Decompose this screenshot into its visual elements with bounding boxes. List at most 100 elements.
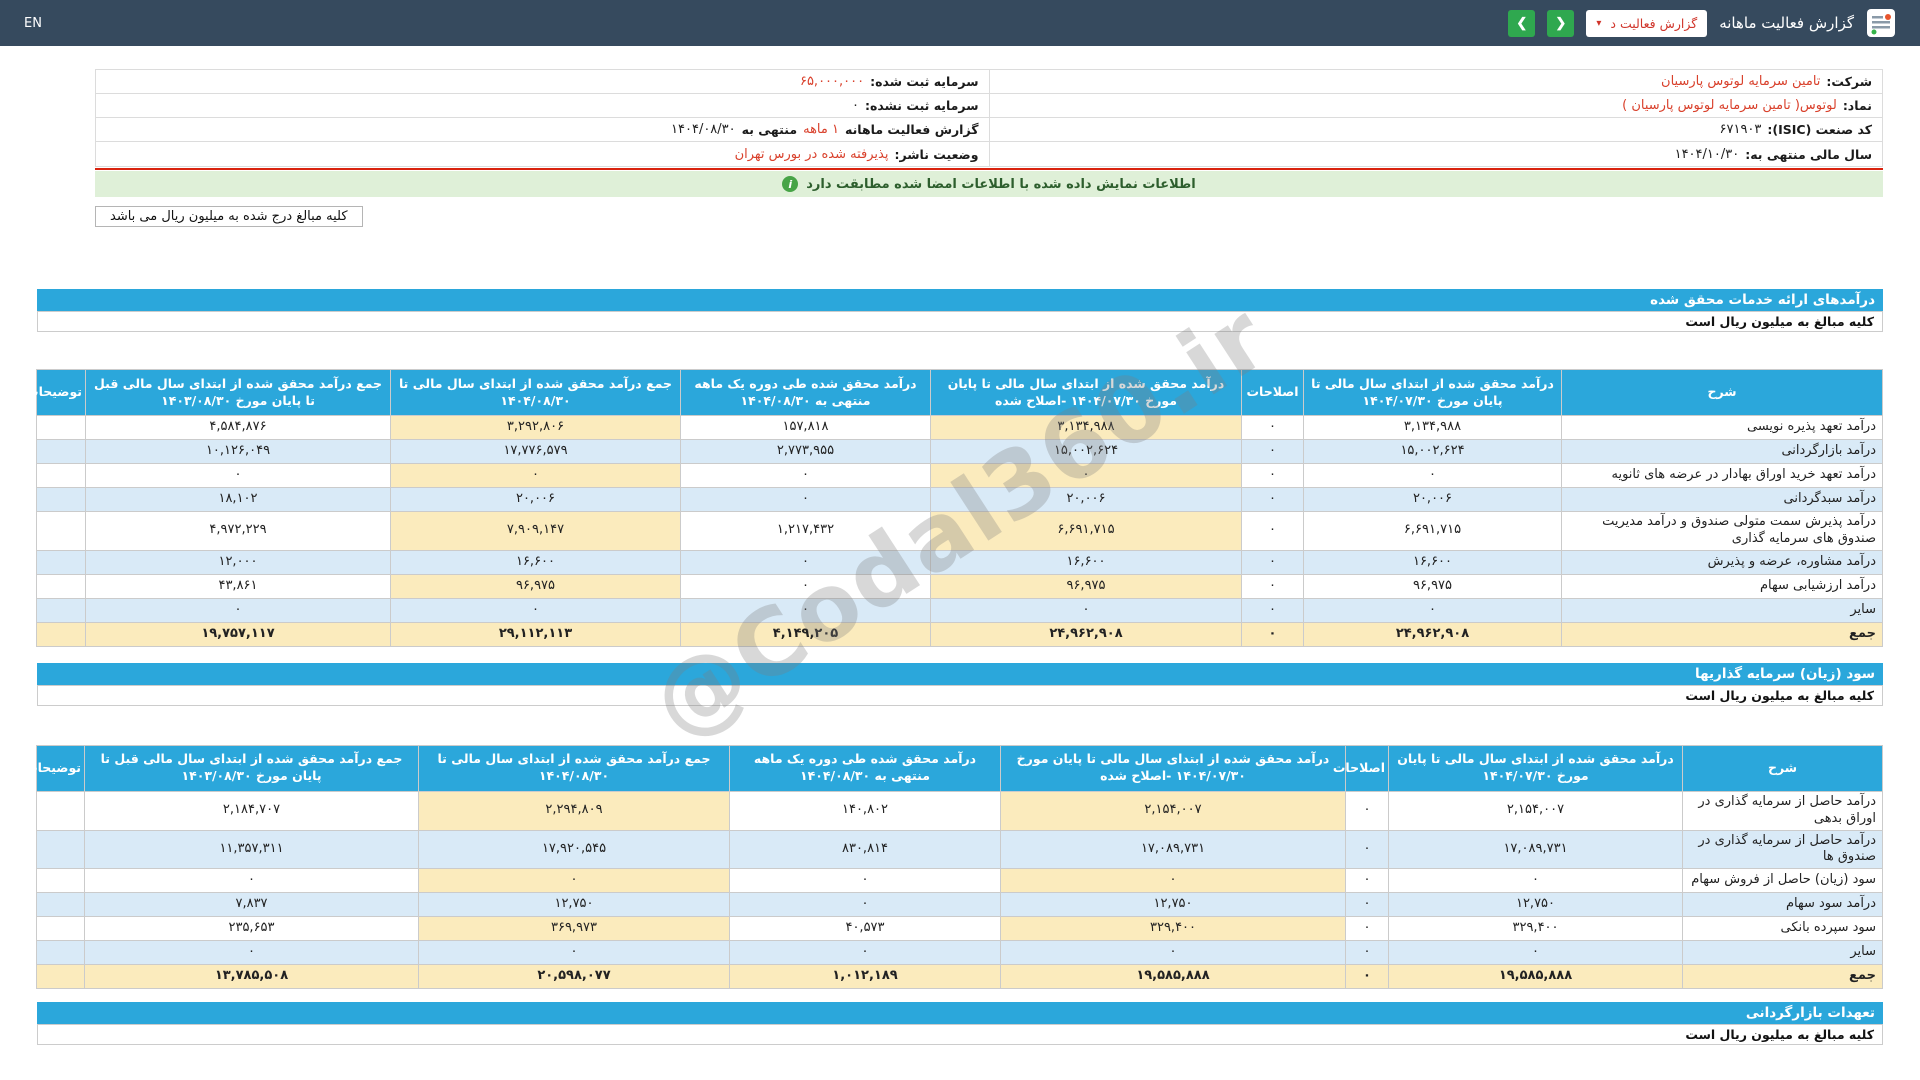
value-cell (36, 415, 86, 440)
value-cell: ۱۴۰,۸۰۲ (729, 790, 1001, 831)
section-unit-note: کلیه مبالغ به میلیون ریال است (37, 684, 1883, 706)
table-row: سود (زیان) حاصل از فروش سهام ۰ ۰ ۰ ۰ ۰ ۰ (36, 868, 1883, 894)
table-row: درآمد حاصل از سرمایه گذاری در اوراق بدهی… (36, 790, 1883, 831)
report-period-value: ۱ ماهه (803, 122, 839, 137)
value-cell: ۰ (85, 463, 391, 488)
language-toggle-link[interactable]: EN (24, 16, 42, 31)
value-cell: ۳۲۹,۴۰۰ (1388, 916, 1683, 942)
value-cell (36, 964, 85, 990)
value-cell: ۱۷,۰۸۹,۷۳۱ (1000, 829, 1346, 870)
column-header: درآمد محقق شده طی دوره یک ماهه منتهی به … (680, 369, 931, 416)
value-cell: ۱۵,۰۰۲,۶۲۴ (930, 439, 1242, 464)
total-row: جمع ۱۹,۵۸۵,۸۸۸ ۰ ۱۹,۵۸۵,۸۸۸ ۱,۰۱۲,۱۸۹ ۲۰,۵۹۸,… (36, 964, 1883, 990)
row-label: سایر (1561, 597, 1883, 623)
chevron-right-icon: ❮ (1555, 15, 1567, 30)
value-cell: ۶,۶۹۱,۷۱۵ (930, 511, 1242, 551)
column-header: جمع درآمد محقق شده از ابتدای سال مالی قب… (84, 744, 419, 792)
report-type-dropdown-label: گزارش فعالیت د (1610, 15, 1698, 31)
report-ending-date: ۱۴۰۴/۰۸/۳۰ (671, 122, 736, 137)
value-cell: ۲,۱۸۴,۷۰۷ (84, 790, 419, 831)
column-header: درآمد محقق شده از ابتدای سال مالی تا پای… (930, 369, 1242, 416)
section-unit-note: کلیه مبالغ به میلیون ریال است (37, 311, 1883, 332)
section-market-making: تعهدات بازارگردانی کلیه مبالغ به میلیون … (37, 1002, 1883, 1046)
isic-value: ۶۷۱۹۰۳ (1719, 122, 1762, 137)
value-cell: ۰ (1345, 790, 1389, 831)
value-cell: ۱,۰۱۲,۱۸۹ (729, 964, 1001, 990)
value-cell: ۰ (1345, 964, 1389, 990)
value-cell: ۶,۶۹۱,۷۱۵ (1303, 511, 1562, 551)
table-row: درآمد سود سهام ۱۲,۷۵۰ ۰ ۱۲,۷۵۰ ۰ ۱۲,۷۵۰ ۷,۸۳۷ (36, 892, 1883, 918)
row-label: جمع (1561, 621, 1883, 647)
row-label: درآمد حاصل از سرمایه گذاری در اوراق بدهی (1682, 790, 1883, 831)
value-cell: ۱۷,۰۸۹,۷۳۱ (1388, 829, 1683, 870)
value-cell: ۲۰,۰۰۶ (930, 487, 1242, 512)
value-cell: ۱۱,۳۵۷,۳۱۱ (84, 829, 419, 870)
value-cell: ۱۲,۷۵۰ (418, 892, 730, 918)
value-cell (36, 868, 85, 894)
value-cell: ۴,۵۸۴,۸۷۶ (85, 415, 391, 440)
value-cell: ۴,۹۷۲,۲۲۹ (85, 511, 391, 551)
prev-report-button[interactable]: ❮ (1547, 9, 1575, 37)
value-cell (36, 511, 86, 551)
value-cell: ۰ (390, 463, 681, 488)
value-cell: ۰ (390, 597, 681, 623)
info-row: شرکت: تامین سرمایه لوتوس پارسیان سرمایه … (96, 70, 1882, 94)
info-icon: i (782, 176, 799, 192)
value-cell: ۳۲۹,۴۰۰ (1000, 916, 1346, 942)
column-header: جمع درآمد محقق شده از ابتدای سال مالی تا… (418, 744, 730, 792)
value-cell (36, 940, 85, 966)
value-cell: ۰ (1241, 573, 1304, 599)
company-info-section: شرکت: تامین سرمایه لوتوس پارسیان سرمایه … (95, 69, 1883, 227)
page-unit-note: کلیه مبالغ درج شده به میلیون ریال می باش… (95, 206, 363, 227)
value-cell (36, 463, 86, 488)
unregistered-capital-value: ۰ (851, 98, 859, 113)
value-cell: ۱۲,۷۵۰ (1388, 892, 1683, 918)
table-header-row: شرح درآمد محقق شده از ابتدای سال مالی تا … (25, 744, 1883, 792)
column-header: شرح (1682, 744, 1883, 792)
value-cell: ۰ (1303, 597, 1562, 623)
value-cell: ۳,۱۳۴,۹۸۸ (1303, 415, 1562, 440)
section-unit-note: کلیه مبالغ به میلیون ریال است (37, 1024, 1883, 1046)
value-cell: ۳۶۹,۹۷۳ (418, 916, 730, 942)
value-cell: ۱۶,۶۰۰ (390, 549, 681, 575)
company-label: شرکت: (1826, 74, 1872, 89)
row-label: درآمد تعهد خرید اوراق بهادار در عرضه های… (1561, 463, 1883, 488)
value-cell: ۱۲,۷۵۰ (1000, 892, 1346, 918)
company-value: تامین سرمایه لوتوس پارسیان (1661, 74, 1821, 89)
value-cell: ۰ (680, 487, 931, 512)
report-type-dropdown[interactable]: گزارش فعالیت د ▾ (1586, 9, 1708, 37)
section-title-bar: سود (زیان) سرمایه گذاریها (37, 662, 1883, 685)
value-cell: ۲,۱۵۴,۰۰۷ (1000, 790, 1346, 831)
value-cell: ۱۷,۹۲۰,۵۴۵ (418, 829, 730, 870)
chevron-left-icon: ❯ (1516, 15, 1528, 30)
registered-capital-value: ۶۵,۰۰۰,۰۰۰ (799, 74, 865, 89)
services-income-table: شرح درآمد محقق شده از ابتدای سال مالی تا … (26, 369, 1883, 647)
value-cell: ۲۰,۵۹۸,۰۷۷ (418, 964, 730, 990)
value-cell: ۰ (1241, 463, 1304, 488)
table-row: درآمد بازارگردانی ۱۵,۰۰۲,۶۲۴ ۰ ۱۵,۰۰۲,۶۲۴ ۲,… (36, 439, 1883, 464)
value-cell: ۰ (1241, 439, 1304, 464)
value-cell: ۷,۸۳۷ (84, 892, 419, 918)
value-cell: ۲۹,۱۱۲,۱۱۳ (390, 621, 681, 647)
section-investment-profit: سود (زیان) سرمایه گذاریها کلیه مبالغ به … (37, 662, 1883, 706)
value-cell: ۰ (84, 868, 419, 894)
value-cell: ۰ (1241, 621, 1304, 647)
column-header: جمع درآمد محقق شده از ابتدای سال مالی قب… (85, 369, 391, 416)
value-cell: ۳,۱۳۴,۹۸۸ (930, 415, 1242, 440)
value-cell: ۲۰,۰۰۶ (390, 487, 681, 512)
row-label: سایر (1682, 940, 1883, 966)
unregistered-capital-label: سرمایه ثبت نشده: (864, 98, 979, 113)
next-report-button[interactable]: ❯ (1508, 9, 1536, 37)
value-cell: ۰ (729, 892, 1001, 918)
value-cell: ۴,۱۴۹,۲۰۵ (680, 621, 931, 647)
value-cell: ۱۷,۷۷۶,۵۷۹ (390, 439, 681, 464)
signature-match-text: اطلاعات نمایش داده شده با اطلاعات امضا ش… (806, 176, 1196, 192)
value-cell (36, 829, 85, 870)
value-cell: ۰ (930, 463, 1242, 488)
value-cell: ۰ (680, 597, 931, 623)
section-services-income: درآمدهای ارائه خدمات محقق شده کلیه مبالغ… (37, 289, 1883, 332)
issuer-status-value: پذیرفته شده در بورس تهران (734, 146, 889, 162)
value-cell: ۰ (85, 597, 391, 623)
navbar-right-group: گزارش فعالیت ماهانه گزارش فعالیت د ▾ ❮ ❯ (1508, 8, 1896, 38)
section-title-bar: تعهدات بازارگردانی (37, 1002, 1883, 1025)
